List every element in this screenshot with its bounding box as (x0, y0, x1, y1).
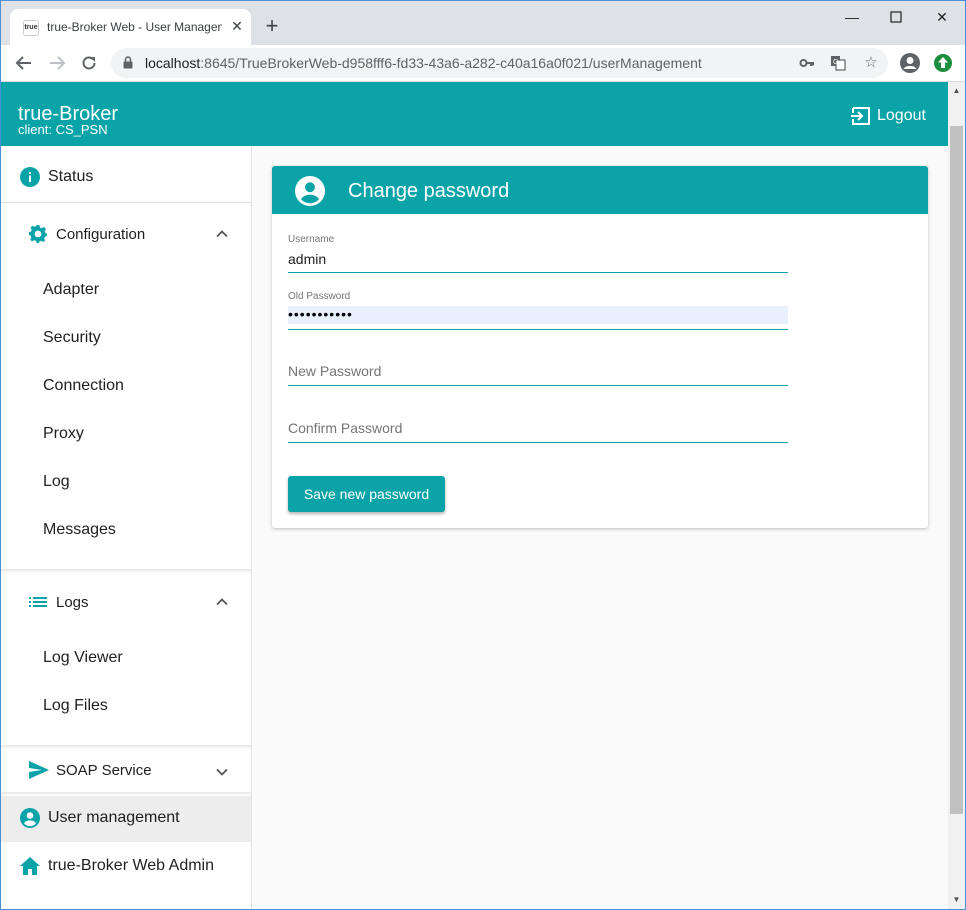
sidebar-item-proxy[interactable]: Proxy (43, 425, 84, 443)
field-underline (288, 442, 788, 443)
card-header: Change password (272, 166, 928, 214)
tab-title: true-Broker Web - User Management (47, 20, 222, 34)
change-password-card: Change password Username admin Old Passw… (272, 166, 928, 528)
account-circle-icon (20, 808, 40, 828)
client-label: client: CS_PSN (18, 122, 108, 137)
new-tab-button[interactable]: + (262, 15, 282, 37)
svg-text:G: G (833, 59, 838, 66)
logout-icon (851, 107, 870, 125)
key-icon[interactable] (797, 53, 817, 73)
sidebar-group-label: SOAP Service (56, 761, 152, 779)
save-new-password-button[interactable]: Save new password (288, 476, 445, 512)
sidebar-item-label: Status (48, 168, 94, 185)
forward-icon[interactable] (45, 51, 69, 75)
browser-window: true true-Broker Web - User Management ✕… (0, 0, 966, 910)
divider (1, 745, 251, 749)
field-underline (288, 329, 788, 330)
sidebar-item-security[interactable]: Security (43, 329, 101, 347)
username-label: Username (288, 234, 335, 245)
minimize-icon[interactable]: — (837, 7, 867, 27)
scroll-up-icon[interactable]: ▲ (952, 86, 961, 95)
scroll-down-icon[interactable]: ▼ (952, 895, 961, 904)
new-password-placeholder: New Password (288, 363, 382, 379)
gear-icon (28, 224, 47, 243)
old-password-field[interactable]: Old Password ••••••••••• (288, 291, 788, 330)
info-icon (20, 167, 40, 187)
old-password-value[interactable]: ••••••••••• (288, 306, 788, 324)
translate-icon[interactable]: G (828, 53, 848, 73)
tab-close-icon[interactable]: ✕ (229, 18, 245, 34)
update-icon[interactable] (932, 52, 954, 74)
sidebar-group-configuration[interactable]: Configuration (1, 223, 251, 245)
card-title: Change password (348, 180, 510, 202)
tab-strip: true true-Broker Web - User Management ✕… (1, 1, 965, 45)
maximize-icon[interactable] (881, 7, 911, 27)
logout-button[interactable]: Logout (851, 105, 926, 127)
back-icon[interactable] (12, 51, 36, 75)
sidebar-group-logs[interactable]: Logs (1, 591, 251, 613)
sidebar-group-label: Logs (56, 593, 89, 611)
sidebar-group-soap-service[interactable]: SOAP Service (1, 759, 251, 781)
reload-icon[interactable] (77, 51, 101, 75)
old-password-label: Old Password (288, 291, 351, 302)
app-header: true-Broker client: CS_PSN Logout (1, 82, 948, 146)
sidebar-item-log-files[interactable]: Log Files (43, 697, 108, 715)
confirm-password-placeholder: Confirm Password (288, 420, 403, 436)
sidebar: Status Configuration Adapter Security Co… (1, 146, 252, 909)
sidebar-item-label: User management (48, 809, 180, 826)
sidebar-item-web-admin[interactable]: true-Broker Web Admin (1, 855, 251, 877)
chevron-up-icon[interactable] (215, 595, 229, 609)
sidebar-item-adapter[interactable]: Adapter (43, 281, 99, 299)
sidebar-item-label: true-Broker Web Admin (48, 857, 214, 874)
home-icon (20, 857, 40, 875)
send-icon (29, 761, 49, 779)
url-text: localhost:8645/TrueBrokerWeb-d958fff6-fd… (145, 55, 702, 71)
username-field[interactable]: Username admin (288, 234, 788, 273)
profile-icon[interactable] (899, 52, 921, 74)
account-circle-icon (295, 176, 325, 206)
confirm-password-field[interactable]: Confirm Password (288, 420, 788, 443)
logout-label: Logout (877, 107, 926, 124)
window-close-icon[interactable]: ✕ (927, 7, 957, 27)
bookmark-star-icon[interactable]: ☆ (861, 53, 881, 73)
new-password-field[interactable]: New Password (288, 363, 788, 386)
sidebar-item-log[interactable]: Log (43, 473, 70, 491)
sidebar-item-connection[interactable]: Connection (43, 377, 124, 395)
divider (1, 202, 251, 203)
sidebar-group-label: Configuration (56, 225, 146, 243)
page-scrollbar[interactable]: ▲ ▼ (948, 82, 965, 909)
field-underline (288, 385, 788, 386)
main-content: Change password Username admin Old Passw… (253, 146, 948, 909)
address-bar[interactable]: localhost:8645/TrueBrokerWeb-d958fff6-fd… (111, 48, 888, 78)
scrollbar-thumb[interactable] (950, 126, 963, 814)
browser-toolbar: localhost:8645/TrueBrokerWeb-d958fff6-fd… (1, 45, 965, 82)
divider (1, 569, 251, 573)
favicon-icon: true (23, 20, 39, 36)
chevron-down-icon[interactable] (215, 765, 229, 779)
list-icon (29, 597, 47, 607)
chevron-up-icon[interactable] (215, 227, 229, 241)
sidebar-item-user-management[interactable]: User management (1, 807, 251, 829)
field-underline (288, 272, 788, 273)
sidebar-item-log-viewer[interactable]: Log Viewer (43, 649, 123, 667)
sidebar-item-status[interactable]: Status (1, 166, 251, 188)
username-value[interactable]: admin (288, 251, 788, 271)
browser-tab[interactable]: true true-Broker Web - User Management ✕ (10, 9, 251, 45)
sidebar-item-messages[interactable]: Messages (43, 521, 116, 539)
lock-icon (123, 56, 133, 69)
